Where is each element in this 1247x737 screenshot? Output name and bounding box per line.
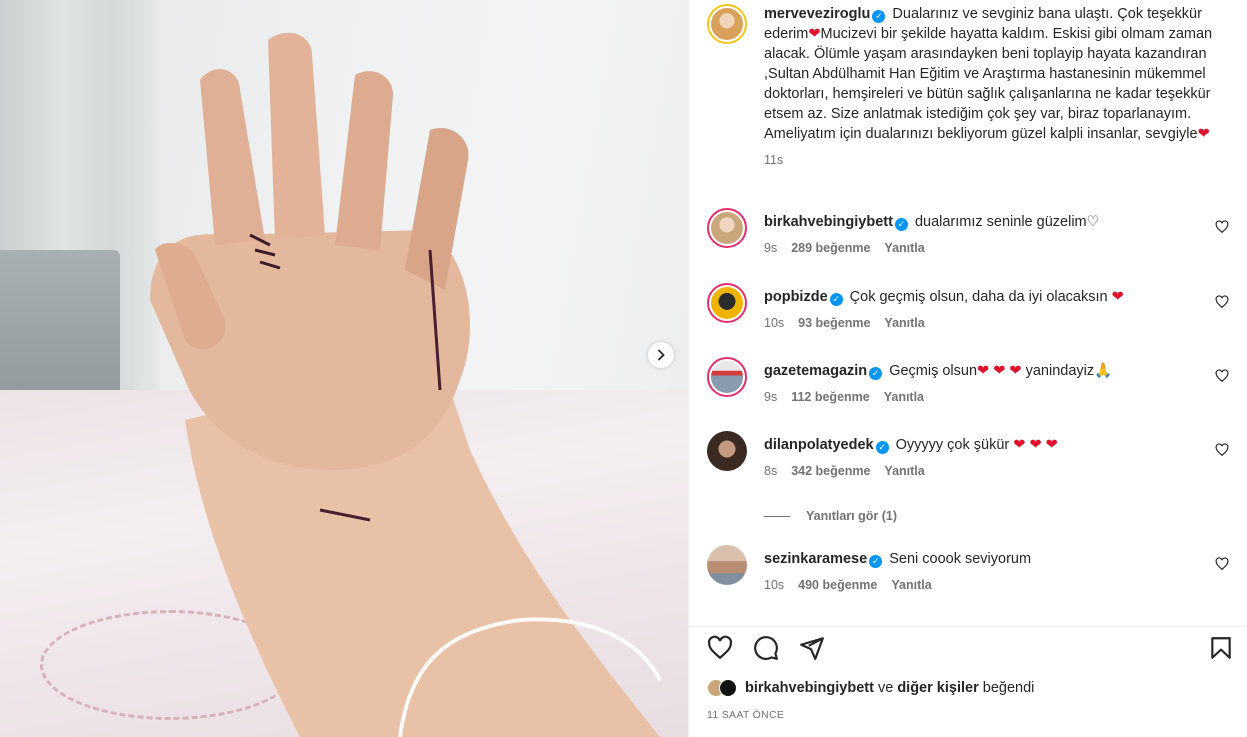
view-replies-button[interactable]: Yanıtları gör (1) (764, 509, 897, 523)
heart-icon[interactable] (1215, 220, 1229, 234)
comment-username[interactable]: dilanpolatyedek (764, 437, 874, 453)
likes-first-user[interactable]: birkahvebingiybett (745, 680, 874, 696)
liker-avatar (719, 679, 737, 697)
bookmark-icon[interactable] (1208, 635, 1234, 661)
likes-summary: birkahvebingiybett ve diğer kişiler beğe… (707, 679, 1034, 697)
comment-likes[interactable]: 490 beğenme (798, 578, 877, 592)
comment-meta: 10s 93 beğenme Yanıtla (764, 316, 925, 330)
comment-text: Seni coook seviyorum (889, 551, 1032, 567)
share-icon[interactable] (799, 635, 825, 661)
author-avatar[interactable] (707, 4, 747, 44)
comment-item: birkahvebingiybett ✓ dualarımız seninle g… (707, 208, 1237, 268)
verified-badge-icon: ✓ (829, 293, 843, 306)
heart-icon[interactable] (707, 635, 733, 661)
comment-meta: 8s 342 beğenme Yanıtla (764, 464, 925, 478)
likes-text: birkahvebingiybett ve diğer kişiler beğe… (745, 680, 1034, 696)
comment-text-row: gazetemagazin ✓ Geçmiş olsun❤ ❤ ❤ yaninda… (764, 361, 1112, 381)
comment-meta: 10s 490 beğenme Yanıtla (764, 578, 932, 592)
comment-text: Geçmiş olsun❤ ❤ ❤ yanindayiz🙏 (889, 363, 1113, 379)
comment-meta: 9s 112 beğenme Yanıtla (764, 390, 924, 404)
view-replies-label: Yanıtları gör (1) (806, 509, 897, 523)
heart-icon[interactable] (1215, 557, 1229, 571)
comment-icon[interactable] (753, 635, 779, 661)
photo-hand-illustration (150, 32, 662, 737)
next-photo-button[interactable] (648, 342, 674, 368)
comment-time[interactable]: 10s (764, 578, 784, 592)
post-time-ago[interactable]: 11 SAAT ÖNCE (707, 709, 784, 721)
comment-username[interactable]: gazetemagazin (764, 363, 867, 379)
commenter-avatar[interactable] (707, 283, 747, 323)
commenter-avatar[interactable] (707, 208, 747, 248)
reply-button[interactable]: Yanıtla (884, 390, 924, 404)
verified-badge-icon: ✓ (869, 555, 883, 568)
heart-icon[interactable] (1215, 443, 1229, 457)
comment-meta: 9s 289 beğenme Yanıtla (764, 241, 925, 255)
verified-badge-icon: ✓ (875, 441, 889, 454)
reply-button[interactable]: Yanıtla (891, 578, 931, 592)
comment-likes[interactable]: 289 beğenme (791, 241, 870, 255)
comment-time[interactable]: 8s (764, 464, 777, 478)
author-username[interactable]: merveveziroglu (764, 6, 870, 22)
comments-scroll-area[interactable]: merveveziroglu ✓ Dualarınız ve sevginiz b… (689, 0, 1247, 625)
comment-text-row: dilanpolatyedek ✓ Oyyyyy çok şükür ❤ ❤ ❤ (764, 435, 1058, 455)
heart-emoji: ❤ (1197, 126, 1210, 142)
heart-icon[interactable] (1215, 295, 1229, 309)
comment-item: gazetemagazin ✓ Geçmiş olsun❤ ❤ ❤ yaninda… (707, 357, 1237, 417)
comment-likes[interactable]: 93 beğenme (798, 316, 870, 330)
comment-username[interactable]: birkahvebingiybett (764, 214, 893, 230)
comment-time[interactable]: 9s (764, 390, 777, 404)
comment-username[interactable]: sezinkaramese (764, 551, 867, 567)
commenter-avatar[interactable] (707, 545, 747, 585)
heart-icon[interactable] (1215, 369, 1229, 383)
commenter-avatar[interactable] (707, 357, 747, 397)
comment-text-row: birkahvebingiybett ✓ dualarımız seninle g… (764, 212, 1100, 232)
likes-suffix: beğendi (982, 680, 1035, 696)
verified-badge-icon: ✓ (894, 218, 908, 231)
likes-connector: ve (877, 680, 894, 696)
comment-text-row: sezinkaramese ✓ Seni coook seviyorum (764, 549, 1031, 569)
comment-time[interactable]: 9s (764, 241, 777, 255)
reply-button[interactable]: Yanıtla (884, 241, 924, 255)
comment-likes[interactable]: 112 beğenme (791, 390, 870, 404)
comment-item: dilanpolatyedek ✓ Oyyyyy çok şükür ❤ ❤ ❤ … (707, 431, 1237, 491)
post-photo (0, 0, 688, 737)
verified-badge-icon: ✓ (872, 10, 886, 23)
instagram-post-modal: merveveziroglu ✓ Dualarınız ve sevginiz b… (0, 0, 1247, 737)
comment-text-row: popbizde ✓ Çok geçmiş olsun, daha da iyi … (764, 287, 1124, 307)
likes-others-link[interactable]: diğer kişiler (897, 680, 978, 696)
commenter-avatar[interactable] (707, 431, 747, 471)
post-actions-bar: birkahvebingiybett ve diğer kişiler beğe… (689, 626, 1247, 737)
comment-likes[interactable]: 342 beğenme (791, 464, 870, 478)
comment-text: dualarımız seninle güzelim♡ (914, 214, 1100, 230)
comment-text: Oyyyyy çok şükür ❤ ❤ ❤ (895, 437, 1058, 453)
comment-item: popbizde ✓ Çok geçmiş olsun, daha da iyi … (707, 283, 1237, 343)
heart-emoji: ❤ (808, 26, 821, 42)
comment-item: sezinkaramese ✓ Seni coook seviyorum 10s 4… (707, 545, 1237, 605)
verified-badge-icon: ✓ (869, 367, 883, 380)
caption-part-2: Mucizevi bir şekilde hayatta kaldım. Esk… (764, 26, 1213, 142)
comment-time[interactable]: 10s (764, 316, 784, 330)
replies-divider-line (764, 516, 790, 518)
chevron-right-icon (658, 349, 665, 361)
caption-text: merveveziroglu ✓ Dualarınız ve sevginiz b… (764, 4, 1234, 170)
reply-button[interactable]: Yanıtla (884, 316, 924, 330)
reply-button[interactable]: Yanıtla (884, 464, 924, 478)
comment-username[interactable]: popbizde (764, 289, 828, 305)
post-side-panel: merveveziroglu ✓ Dualarınız ve sevginiz b… (688, 0, 1247, 737)
caption-time[interactable]: 11s (764, 150, 1234, 170)
comment-text: Çok geçmiş olsun, daha da iyi olacaksın … (849, 289, 1124, 305)
